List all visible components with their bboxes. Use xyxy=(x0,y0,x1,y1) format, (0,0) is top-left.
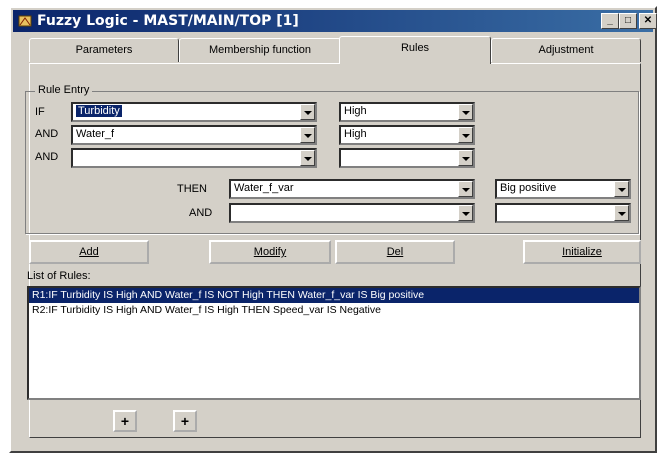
rule-entry-title: Rule Entry xyxy=(35,84,93,96)
chevron-down-icon[interactable] xyxy=(458,150,473,166)
and2-label: AND xyxy=(35,151,59,163)
fuzzy-logic-window: Fuzzy Logic - MAST/MAIN/TOP [1] _ □ ✕ Pa… xyxy=(9,6,657,453)
tab-membership-function[interactable]: Membership function xyxy=(179,38,341,62)
del-button[interactable]: Del xyxy=(335,240,455,264)
then-value-text: Big positive xyxy=(500,182,557,194)
list-item[interactable]: R2:IF Turbidity IS High AND Water_f IS H… xyxy=(29,303,639,318)
if-variable-value: Turbidity xyxy=(76,105,122,117)
move-up-button[interactable]: + xyxy=(113,410,137,432)
tab-rules[interactable]: Rules xyxy=(339,36,491,64)
tab-strip: Parameters Membership function Rules Adj… xyxy=(29,36,641,64)
and-then-variable-combo[interactable] xyxy=(229,203,475,223)
if-value-text: High xyxy=(344,105,367,117)
chevron-down-icon[interactable] xyxy=(614,205,629,221)
chevron-down-icon[interactable] xyxy=(300,150,315,166)
and1-variable-combo[interactable]: Water_f xyxy=(71,125,317,145)
and-then-value-combo[interactable] xyxy=(495,203,631,223)
then-variable-combo[interactable]: Water_f_var xyxy=(229,179,475,199)
and1-value-text: High xyxy=(344,128,367,140)
and1-value-combo[interactable]: High xyxy=(339,125,475,145)
list-item[interactable]: R1:IF Turbidity IS High AND Water_f IS N… xyxy=(29,288,639,303)
move-down-button[interactable]: + xyxy=(173,410,197,432)
chevron-down-icon[interactable] xyxy=(458,127,473,143)
chevron-down-icon[interactable] xyxy=(300,104,315,120)
chevron-down-icon[interactable] xyxy=(614,181,629,197)
app-icon xyxy=(17,13,33,29)
and1-label: AND xyxy=(35,128,59,140)
if-label: IF xyxy=(35,106,45,118)
maximize-button[interactable]: □ xyxy=(619,13,637,29)
rules-list[interactable]: R1:IF Turbidity IS High AND Water_f IS N… xyxy=(27,286,641,400)
chevron-down-icon[interactable] xyxy=(458,104,473,120)
rules-list-label: List of Rules: xyxy=(27,270,91,282)
tab-parameters[interactable]: Parameters xyxy=(29,38,179,62)
then-variable-value: Water_f_var xyxy=(234,182,294,194)
tab-adjustment[interactable]: Adjustment xyxy=(491,38,641,62)
title-bar[interactable]: Fuzzy Logic - MAST/MAIN/TOP [1] _ □ ✕ xyxy=(13,10,657,32)
close-button[interactable]: ✕ xyxy=(639,13,657,29)
and2-value-combo[interactable] xyxy=(339,148,475,168)
chevron-down-icon[interactable] xyxy=(300,127,315,143)
and-then-label: AND xyxy=(189,207,213,219)
initialize-button[interactable]: Initialize xyxy=(523,240,641,264)
minimize-button[interactable]: _ xyxy=(601,13,619,29)
add-button[interactable]: Add xyxy=(29,240,149,264)
and1-variable-value: Water_f xyxy=(76,128,115,140)
then-label: THEN xyxy=(177,183,207,195)
if-value-combo[interactable]: High xyxy=(339,102,475,122)
chevron-down-icon[interactable] xyxy=(458,181,473,197)
if-variable-combo[interactable]: Turbidity xyxy=(71,102,317,122)
window-title: Fuzzy Logic - MAST/MAIN/TOP [1] xyxy=(37,13,299,29)
and2-variable-combo[interactable] xyxy=(71,148,317,168)
modify-button[interactable]: Modify xyxy=(209,240,331,264)
then-value-combo[interactable]: Big positive xyxy=(495,179,631,199)
chevron-down-icon[interactable] xyxy=(458,205,473,221)
